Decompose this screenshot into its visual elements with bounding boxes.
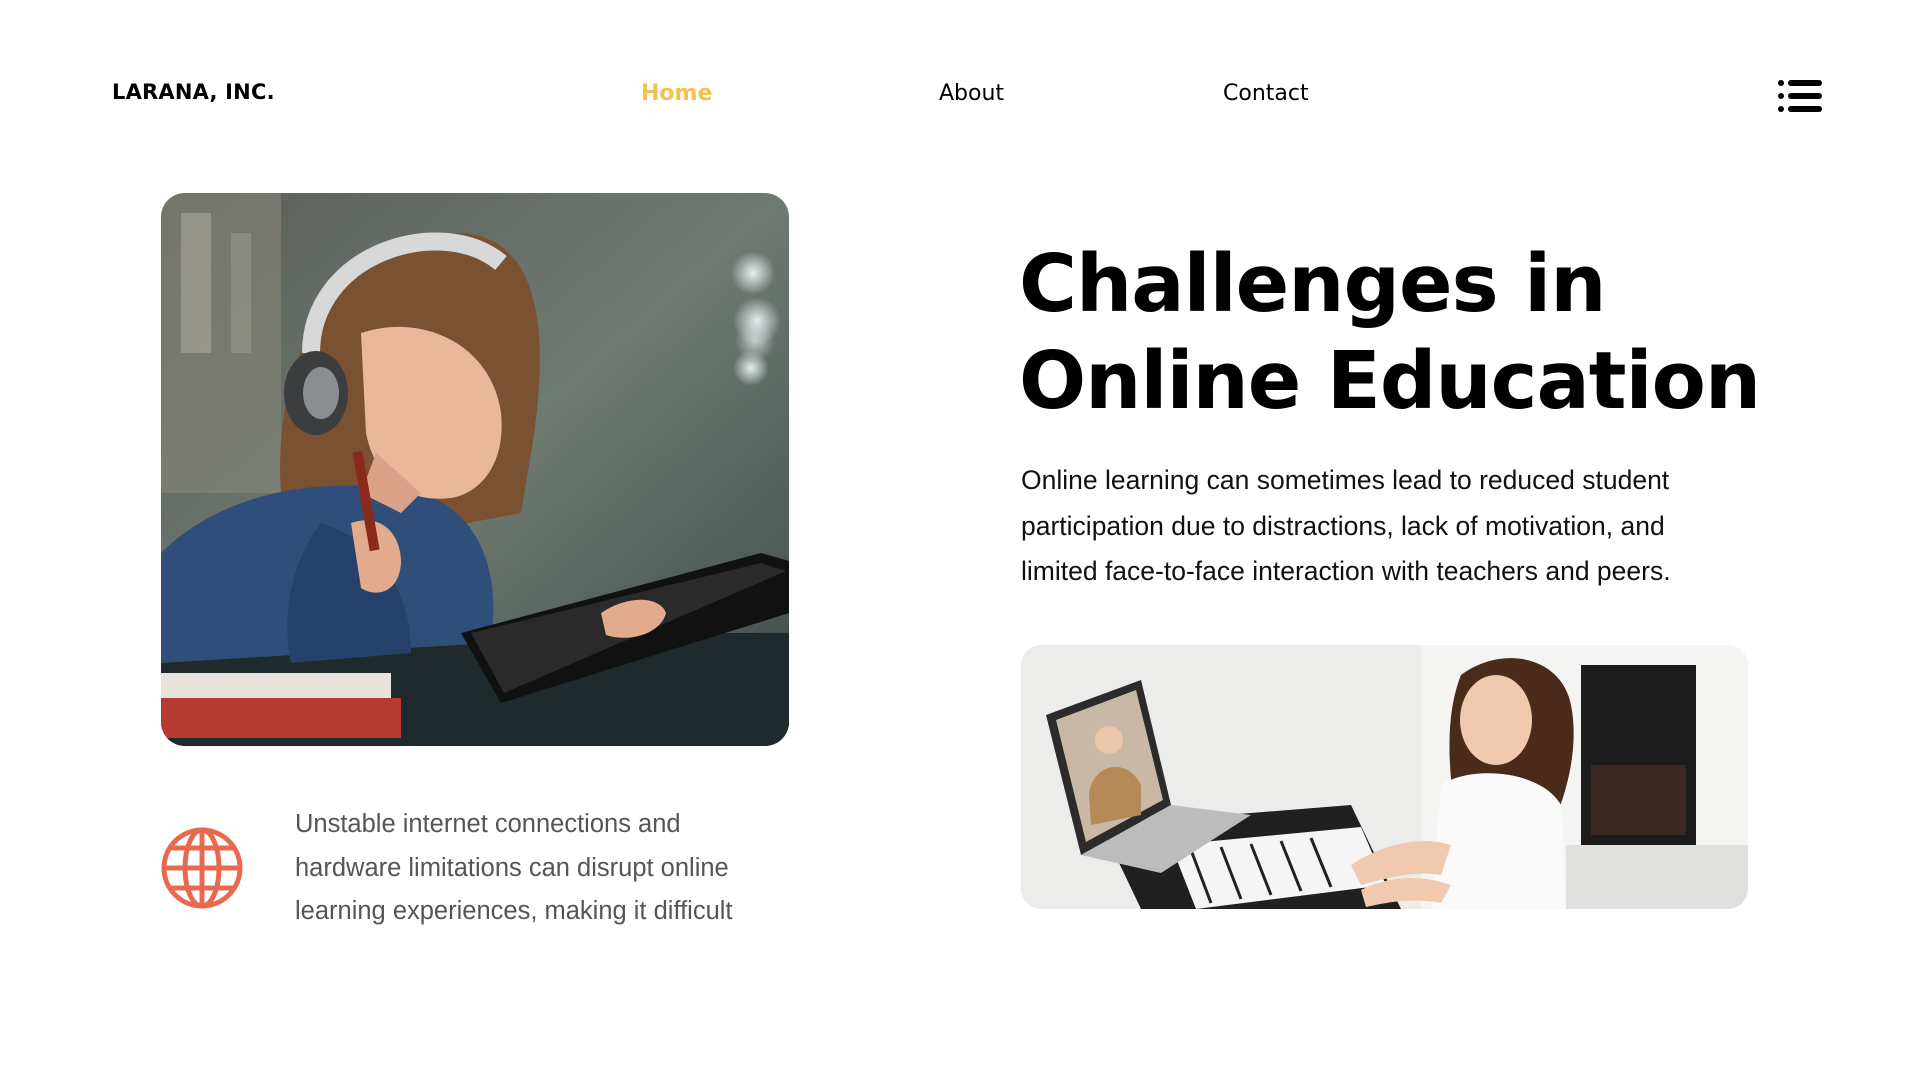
page-title: Challenges in Online Education bbox=[1019, 236, 1779, 430]
globe-icon bbox=[161, 827, 243, 909]
title-line-2: Online Education bbox=[1019, 335, 1761, 427]
nav-contact[interactable]: Contact bbox=[1223, 81, 1309, 106]
nav-about[interactable]: About bbox=[939, 81, 1004, 106]
feature-description: Unstable internet connections and hardwa… bbox=[295, 810, 733, 925]
list-menu-icon[interactable] bbox=[1778, 78, 1822, 114]
lead-paragraph: Online learning can sometimes lead to re… bbox=[1021, 465, 1671, 586]
secondary-photo-piano-laptop bbox=[1021, 645, 1748, 909]
brand-logo[interactable]: LARANA, INC. bbox=[112, 80, 275, 104]
nav-home[interactable]: Home bbox=[641, 81, 712, 106]
title-line-1: Challenges in bbox=[1019, 238, 1606, 330]
hero-photo-student-tablet bbox=[161, 193, 789, 746]
